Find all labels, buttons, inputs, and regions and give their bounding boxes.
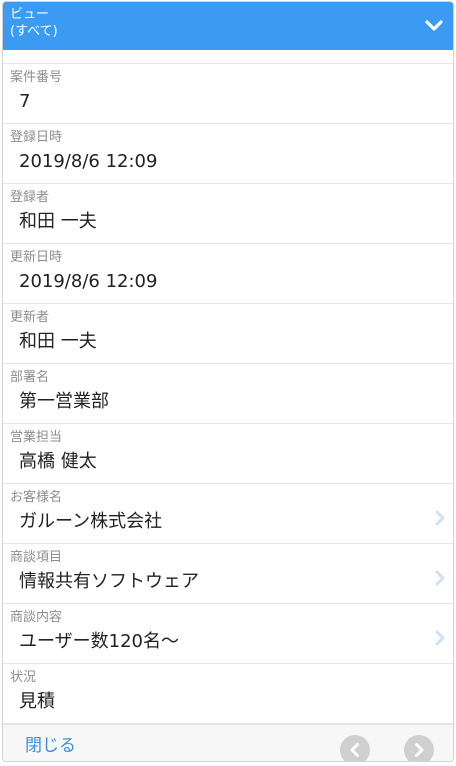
field-label: 状況 bbox=[10, 670, 37, 685]
field-value: 見積 bbox=[19, 691, 55, 712]
field-label: お客様名 bbox=[10, 490, 63, 505]
field-row-department: 部署名第一営業部 bbox=[3, 364, 453, 424]
chevron-right-icon[interactable] bbox=[435, 570, 445, 586]
field-row-deal-content[interactable]: 商談内容ユーザー数120名～ bbox=[3, 604, 453, 664]
field-row-deal-item[interactable]: 商談項目情報共有ソフトウェア bbox=[3, 544, 453, 604]
next-record-button[interactable] bbox=[404, 735, 434, 761]
chevron-down-icon[interactable] bbox=[425, 19, 443, 33]
field-label: 更新日時 bbox=[10, 250, 63, 265]
view-subtitle: (すべて) bbox=[10, 24, 58, 39]
field-value[interactable]: 情報共有ソフトウェア bbox=[19, 571, 199, 593]
view-title: ビュー bbox=[10, 7, 50, 22]
close-button[interactable]: 閉じる bbox=[25, 735, 76, 757]
field-value: 第一営業部 bbox=[19, 391, 109, 412]
field-value: 和田 一夫 bbox=[19, 211, 97, 232]
field-row-created-at: 登録日時 2019/8/6 12:09 bbox=[3, 124, 453, 184]
field-row-created-by: 登録者和田 一夫 bbox=[3, 184, 453, 244]
field-label: 登録者 bbox=[10, 190, 50, 205]
field-value[interactable]: ガルーン株式会社 bbox=[19, 511, 162, 533]
field-row-updated-at: 更新日時 2019/8/6 12:09 bbox=[3, 244, 453, 304]
field-label: 登録日時 bbox=[10, 130, 63, 145]
field-list: 案件番号 7 登録日時 2019/8/6 12:09 登録者 和田 一夫 更新日時 2019/… bbox=[3, 64, 453, 724]
chevron-right-icon bbox=[415, 743, 424, 757]
view-selector[interactable]: ビュー (すべて) bbox=[3, 2, 453, 50]
field-label: 営業担当 bbox=[10, 430, 63, 445]
chevron-left-icon bbox=[350, 743, 359, 757]
field-label: 更新者 bbox=[10, 310, 50, 325]
field-label: 商談内容 bbox=[10, 610, 63, 625]
field-value: 2019/8/6 12:09 bbox=[19, 271, 158, 292]
chevron-right-icon[interactable] bbox=[435, 630, 445, 646]
field-value: 高橋 健太 bbox=[19, 451, 97, 472]
previous-record-button[interactable] bbox=[340, 735, 370, 761]
chevron-right-icon[interactable] bbox=[435, 510, 445, 526]
field-label: 商談項目 bbox=[10, 550, 63, 565]
footer-bar: 閉じる bbox=[3, 724, 453, 761]
field-row-case-number: 案件番号 7 bbox=[3, 64, 453, 124]
field-value: 和田 一夫 bbox=[19, 331, 97, 352]
field-row-status: 状況見積 bbox=[3, 664, 453, 724]
field-label: 部署名 bbox=[10, 370, 50, 385]
field-row-customer-name[interactable]: お客様名ガルーン株式会社 bbox=[3, 484, 453, 544]
field-row-updated-by: 更新者和田 一夫 bbox=[3, 304, 453, 364]
field-row-sales-rep: 営業担当高橋 健太 bbox=[3, 424, 453, 484]
field-label: 案件番号 bbox=[10, 70, 63, 85]
divider bbox=[3, 50, 453, 64]
record-detail-panel: ビュー (すべて) 案件番号 7 登録日時 2019/8/6 12:09 登録者和田 一… bbox=[2, 1, 454, 762]
field-value[interactable]: ユーザー数120名～ bbox=[19, 631, 179, 653]
field-value: 2019/8/6 12:09 bbox=[19, 151, 158, 172]
field-value: 7 bbox=[19, 91, 31, 112]
